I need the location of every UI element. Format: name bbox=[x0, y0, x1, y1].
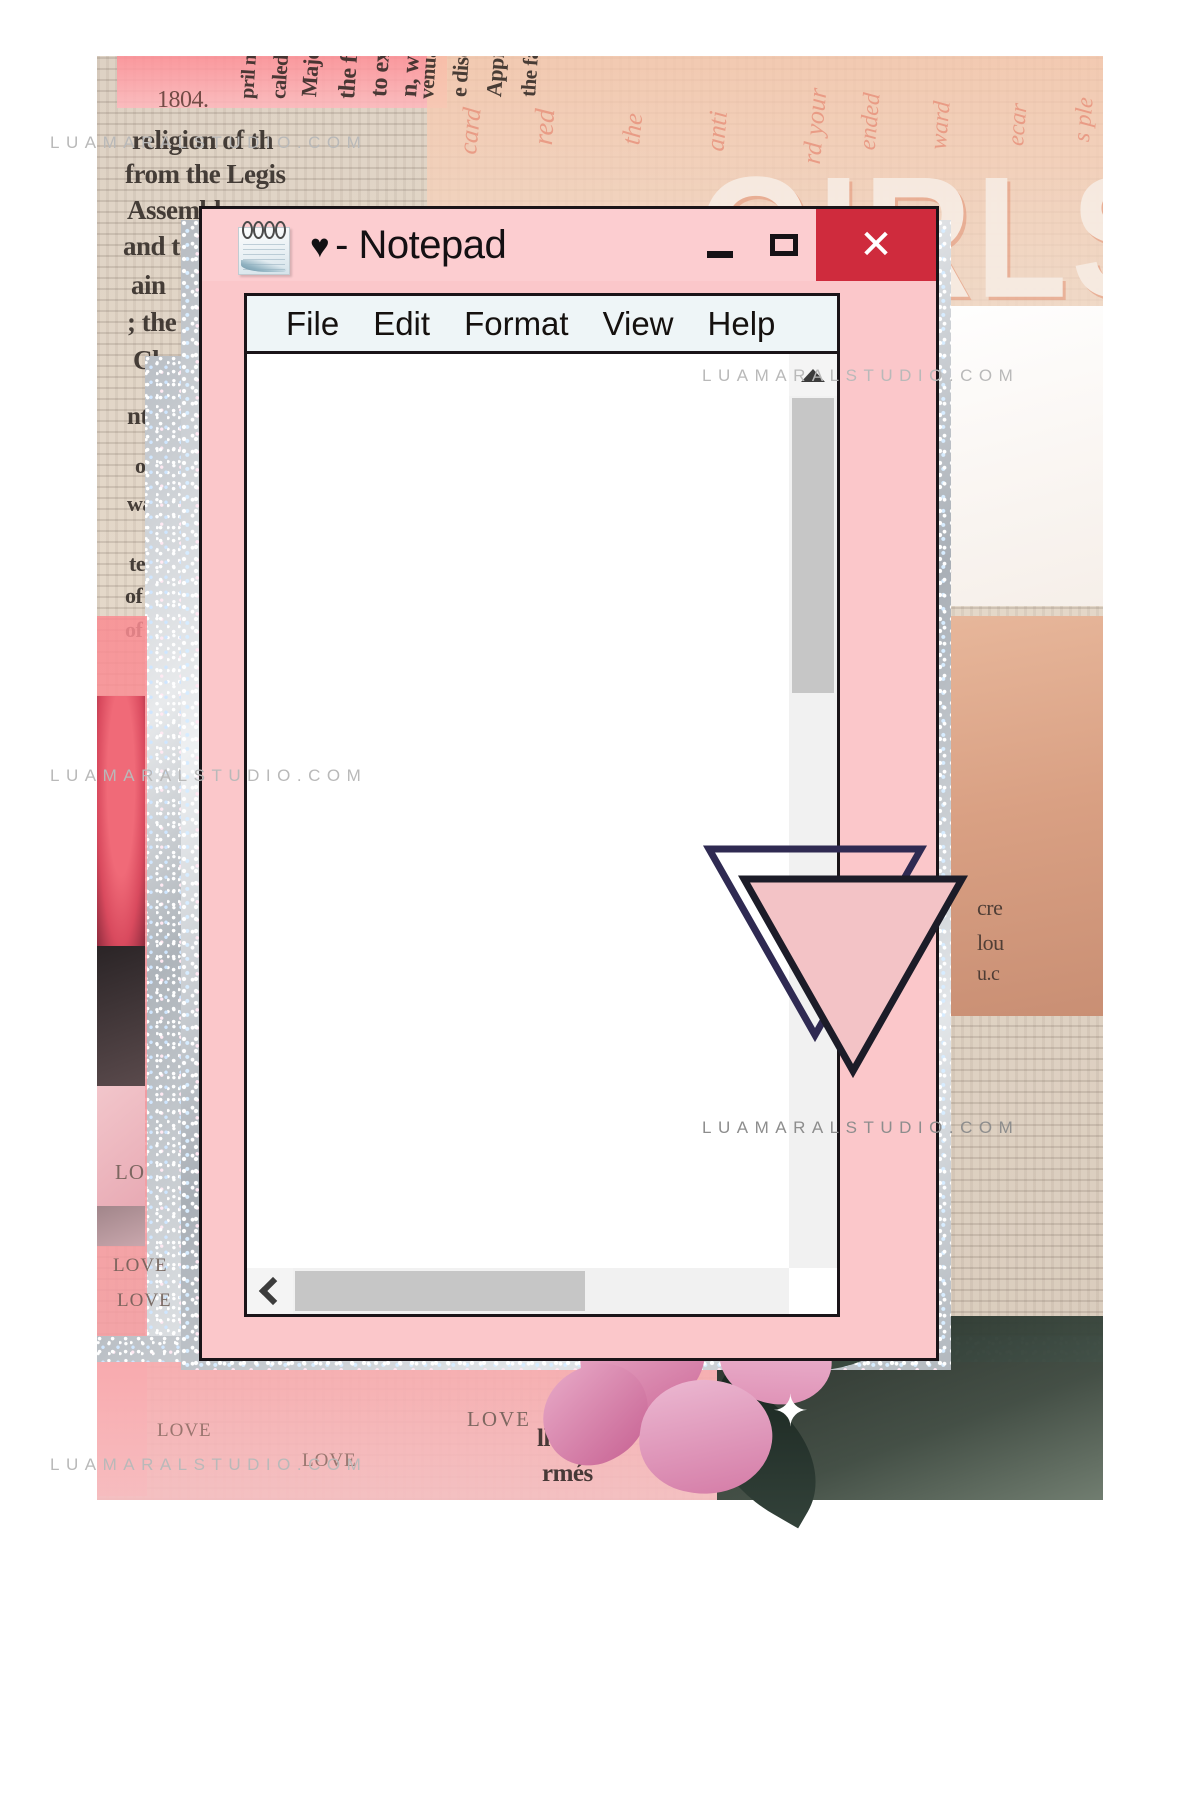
close-button[interactable]: ✕ bbox=[816, 209, 936, 281]
menu-item-format[interactable]: Format bbox=[447, 305, 586, 343]
window-client-area: File Edit Format View Help bbox=[244, 293, 840, 1317]
light-photo-left bbox=[97, 1086, 145, 1206]
collage-script-3: the bbox=[616, 111, 649, 147]
news-line-4: ain bbox=[131, 270, 166, 300]
collage-script-7: ward bbox=[925, 100, 956, 151]
news-line-5: ; the bbox=[127, 307, 177, 337]
triangle-filled-wrap bbox=[737, 875, 1060, 1115]
love-stamp-2: LOVE bbox=[117, 1290, 172, 1311]
love-stamp-0: LO bbox=[115, 1160, 145, 1184]
screenshot-canvas: GIRLS card red the anti rd your ended wa… bbox=[0, 0, 1200, 1800]
minimize-button[interactable] bbox=[688, 209, 752, 281]
love-stamp-3: LOVE bbox=[157, 1420, 212, 1441]
horizontal-scroll-thumb[interactable] bbox=[295, 1271, 585, 1311]
menu-item-edit[interactable]: Edit bbox=[356, 305, 447, 343]
scroll-left-button[interactable] bbox=[247, 1268, 293, 1314]
love-stamp-4: LOVE bbox=[467, 1407, 531, 1431]
text-editor[interactable] bbox=[247, 354, 789, 1268]
sparkle-3: ✦ bbox=[772, 1387, 809, 1436]
news-line-0: religion of th bbox=[132, 125, 274, 155]
menu-item-help[interactable]: Help bbox=[691, 305, 793, 343]
notepad-window: ♥ - Notepad ✕ File Edit Format View Help bbox=[199, 206, 939, 1361]
news-right-5: venually. bbox=[414, 56, 444, 100]
spiral-ring-4 bbox=[275, 221, 286, 239]
spiral-ring-3 bbox=[264, 221, 275, 239]
collage-script-8: ecar bbox=[1003, 102, 1033, 147]
minimize-icon bbox=[707, 250, 733, 258]
heart-icon: ♥ bbox=[310, 226, 330, 264]
notepad-icon bbox=[238, 217, 290, 275]
collage-script-6: ended bbox=[854, 91, 886, 152]
chevron-left-icon bbox=[258, 1276, 287, 1306]
scroll-up-button[interactable] bbox=[789, 354, 837, 396]
close-icon: ✕ bbox=[859, 223, 893, 267]
window-title: ♥ - Notepad bbox=[310, 222, 507, 268]
spiral-ring-2 bbox=[253, 221, 264, 239]
collage-script-2: red bbox=[527, 107, 562, 147]
lips-photo-left bbox=[97, 696, 145, 946]
chevron-up-icon bbox=[801, 368, 825, 382]
menu-item-view[interactable]: View bbox=[586, 305, 691, 343]
menu-item-file[interactable]: File bbox=[269, 305, 356, 343]
year-stamp: 1804. bbox=[157, 87, 209, 113]
scrollbar-corner bbox=[789, 1268, 837, 1314]
title-bar[interactable]: ♥ - Notepad ✕ bbox=[202, 209, 936, 281]
vertical-scroll-thumb[interactable] bbox=[792, 398, 834, 693]
collage-script-9: s ple bbox=[1068, 96, 1099, 143]
news-line-1: from the Legis bbox=[125, 159, 286, 189]
love-stamp-1: LOVE bbox=[113, 1255, 168, 1276]
collage-script-1: card bbox=[452, 106, 487, 156]
horizontal-scrollbar[interactable] bbox=[247, 1268, 789, 1314]
vertical-scrollbar[interactable] bbox=[789, 354, 837, 1268]
editor-region bbox=[247, 354, 837, 1314]
menu-bar: File Edit Format View Help bbox=[247, 296, 837, 354]
window-controls: ✕ bbox=[688, 209, 936, 281]
maximize-button[interactable] bbox=[752, 209, 816, 281]
window-title-label: - Notepad bbox=[335, 222, 507, 267]
filled-triangle-icon bbox=[737, 875, 969, 1079]
maximize-icon bbox=[770, 234, 798, 256]
love-stamp-5: LOVE bbox=[302, 1450, 357, 1471]
collage-script-4: anti bbox=[700, 109, 733, 153]
news-right-8: caled to bbox=[266, 56, 295, 100]
spiral-ring-1 bbox=[242, 221, 253, 239]
